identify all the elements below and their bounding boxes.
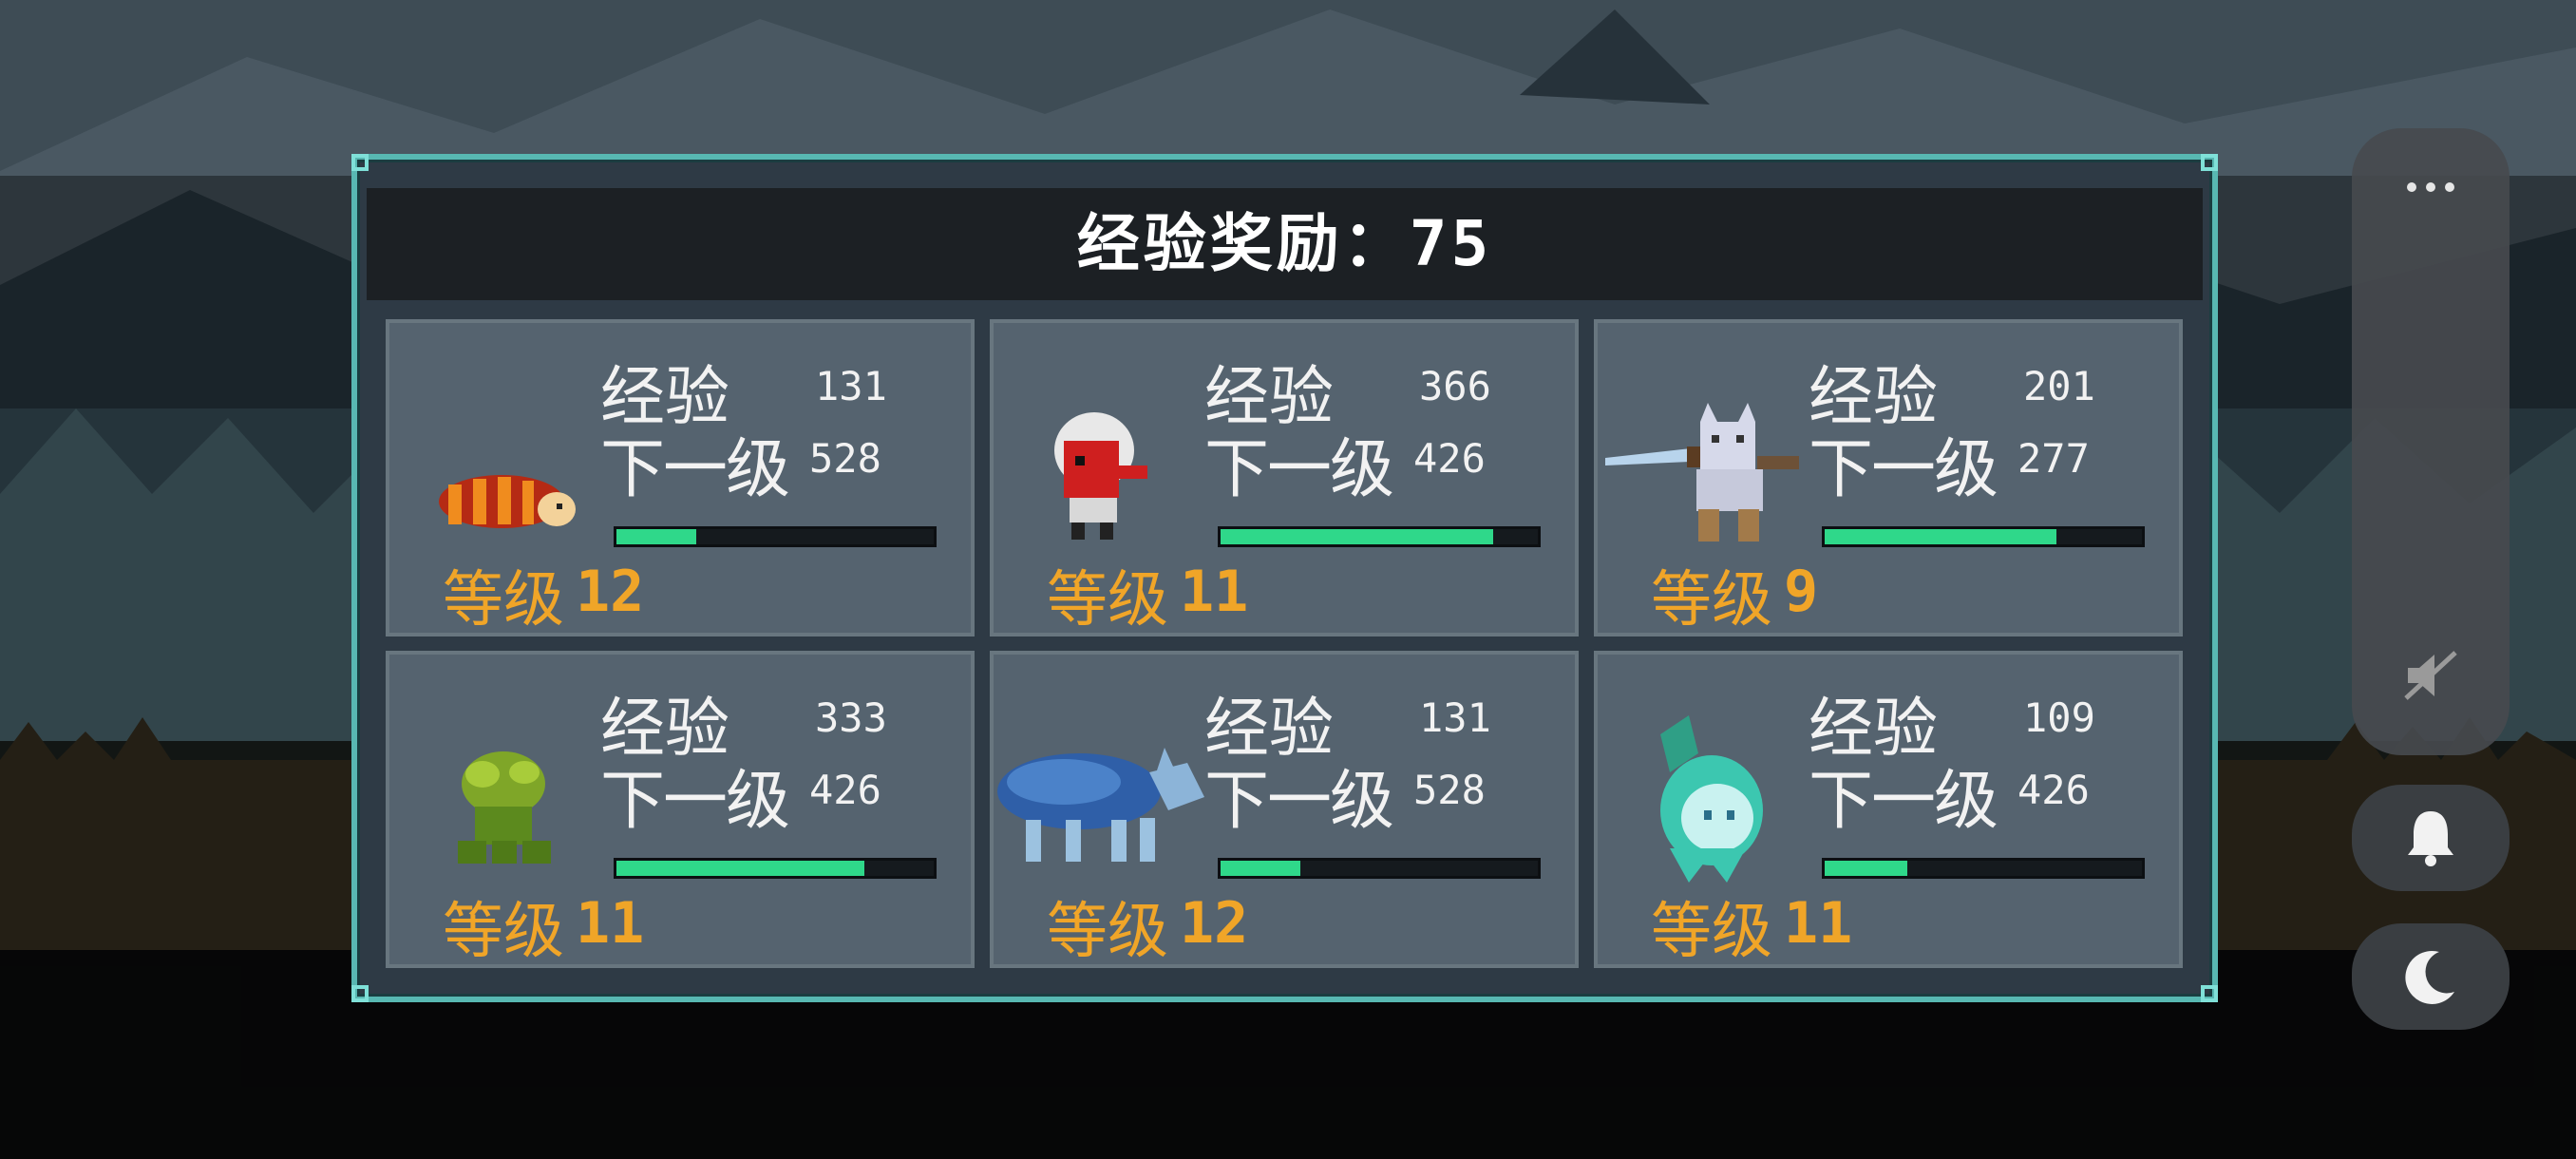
panel-corner <box>2201 985 2218 1002</box>
next-level-label: 下一级 <box>1204 764 1394 839</box>
party-card[interactable]: 经验 201 下一级 277 等级 9 <box>1594 319 2183 636</box>
next-level-value: 277 <box>2017 435 2090 482</box>
white-cat-swordsman-icon <box>1605 403 1799 542</box>
exp-reward-title: 经验奖励：75 <box>1076 207 1493 280</box>
next-level-value: 528 <box>1413 767 1486 813</box>
panel-corner <box>2201 154 2218 171</box>
mute-icon[interactable] <box>2402 649 2459 702</box>
panel-corner <box>351 154 369 171</box>
next-level-label: 下一级 <box>1204 432 1394 507</box>
party-card[interactable]: 经验 131 下一级 528 等级 12 <box>990 651 1579 968</box>
cyan-ghost-flame-icon <box>1660 715 1763 883</box>
next-level-value: 426 <box>2017 767 2090 813</box>
exp-reward-panel: 经验奖励：75 经验 131 下一级 528 等级 12 经验 366 下一级 … <box>351 154 2218 1002</box>
level-value: 11 <box>576 890 645 957</box>
level-value: 11 <box>1784 890 1853 957</box>
exp-progress-fill <box>1221 861 1300 876</box>
exp-value: 109 <box>2023 694 2095 741</box>
party-card[interactable]: 经验 109 下一级 426 等级 11 <box>1594 651 2183 968</box>
party-card[interactable]: 经验 333 下一级 426 等级 11 <box>386 651 975 968</box>
next-level-label: 下一级 <box>1809 432 1998 507</box>
level-label: 等级 <box>443 897 564 967</box>
party-card[interactable]: 经验 131 下一级 528 等级 12 <box>386 319 975 636</box>
next-level-label: 下一级 <box>600 432 790 507</box>
notification-button[interactable] <box>2352 785 2510 891</box>
exp-progress-fill <box>616 861 864 876</box>
exp-value: 201 <box>2023 363 2095 409</box>
exp-progress-bar <box>1822 526 2145 547</box>
level-label: 等级 <box>1047 565 1168 636</box>
exp-value: 333 <box>815 694 887 741</box>
green-leafy-plant-icon <box>458 751 551 864</box>
next-level-value: 426 <box>1413 435 1486 482</box>
next-level-value: 528 <box>809 435 881 482</box>
level-label: 等级 <box>1047 897 1168 967</box>
exp-progress-fill <box>1221 529 1494 544</box>
moon-icon <box>2405 950 2454 1004</box>
exp-progress-bar <box>1218 526 1541 547</box>
floating-menu-pill <box>2352 128 2510 755</box>
level-value: 12 <box>576 559 645 625</box>
level-label: 等级 <box>1651 565 1772 636</box>
red-striped-grub-icon <box>439 475 576 528</box>
exp-value: 131 <box>815 363 887 409</box>
panel-header: 经验奖励：75 <box>367 188 2203 300</box>
level-value: 12 <box>1180 890 1249 957</box>
exp-value: 366 <box>1419 363 1491 409</box>
bell-icon <box>2408 811 2453 866</box>
exp-progress-bar <box>1822 858 2145 879</box>
level-value: 9 <box>1784 559 1819 625</box>
exp-progress-bar <box>614 858 937 879</box>
next-level-value: 426 <box>809 767 881 813</box>
exp-progress-fill <box>616 529 696 544</box>
exp-progress-bar <box>614 526 937 547</box>
level-label: 等级 <box>443 565 564 636</box>
exp-progress-fill <box>1825 529 2056 544</box>
level-label: 等级 <box>1651 897 1772 967</box>
next-level-label: 下一级 <box>600 764 790 839</box>
blue-spectral-wolf-icon <box>997 748 1204 862</box>
next-level-label: 下一级 <box>1809 764 1998 839</box>
level-value: 11 <box>1180 559 1249 625</box>
panel-corner <box>351 985 369 1002</box>
exp-progress-bar <box>1218 858 1541 879</box>
exp-value: 131 <box>1419 694 1491 741</box>
night-mode-button[interactable] <box>2352 923 2510 1030</box>
exp-progress-fill <box>1825 861 1907 876</box>
party-card[interactable]: 经验 366 下一级 426 等级 11 <box>990 319 1579 636</box>
more-dots-icon[interactable] <box>2402 178 2459 197</box>
red-tribal-mask-warrior-icon <box>1054 412 1147 540</box>
